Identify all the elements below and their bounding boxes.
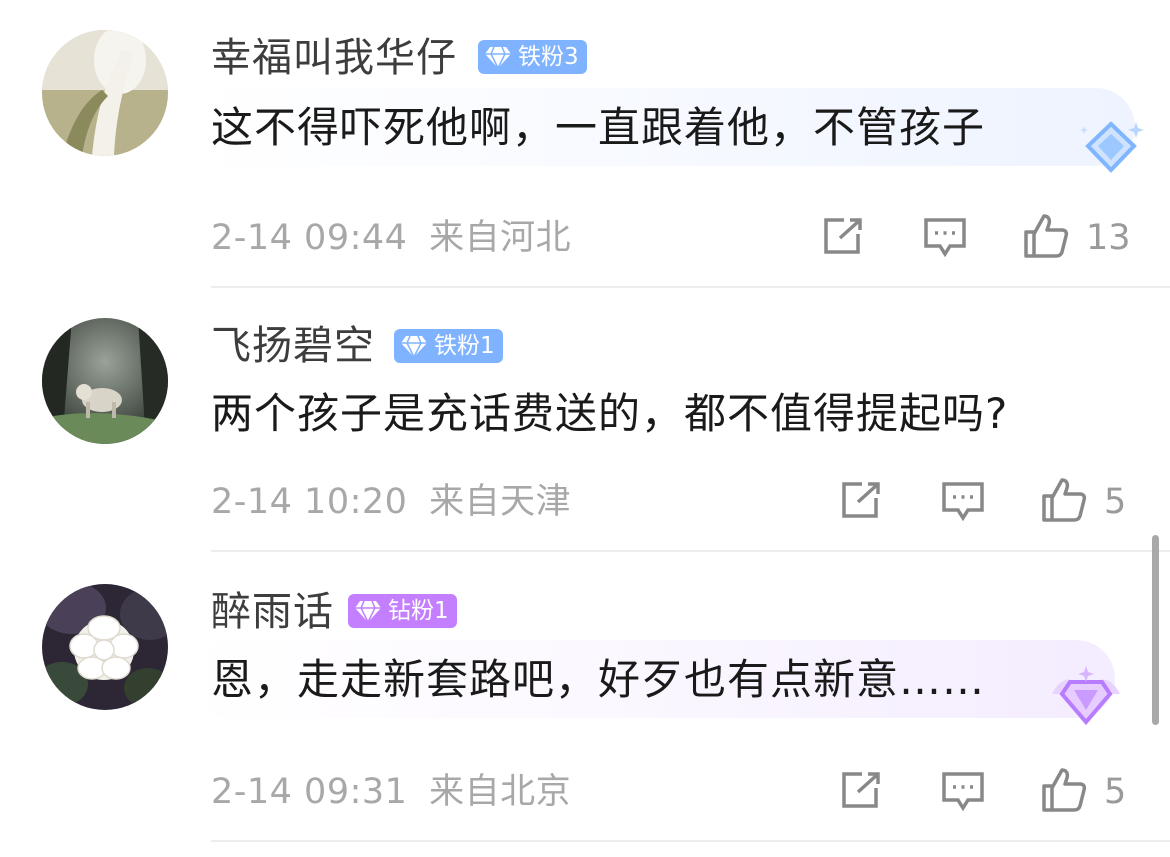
username[interactable]: 醉雨话 xyxy=(211,586,334,638)
share-icon[interactable] xyxy=(822,216,866,260)
badge-label: 钻粉1 xyxy=(388,598,449,624)
badge-label: 铁粉1 xyxy=(434,333,495,359)
divider xyxy=(211,840,1170,842)
reply-icon[interactable] xyxy=(940,480,986,528)
avatar[interactable] xyxy=(42,584,168,710)
comment-meta: 2-14 10:20 来自天津 xyxy=(211,480,571,524)
diamond-icon xyxy=(485,46,511,69)
like-icon[interactable] xyxy=(1040,766,1088,818)
comment-meta: 2-14 09:44 来自河北 xyxy=(211,216,571,260)
comment-text: 这不得吓死他啊，一直跟着他，不管孩子 xyxy=(211,103,986,152)
diamond-icon xyxy=(355,600,381,623)
like-count: 5 xyxy=(1104,772,1127,812)
comment-meta: 2-14 09:31 来自北京 xyxy=(211,770,571,814)
comment-text: 恩，走走新套路吧，好歹也有点新意…… xyxy=(211,655,986,704)
like-icon[interactable] xyxy=(1040,476,1088,528)
username[interactable]: 幸福叫我华仔 xyxy=(211,32,457,84)
like-icon[interactable] xyxy=(1022,212,1070,264)
fan-badge: 铁粉1 xyxy=(394,329,503,363)
share-icon[interactable] xyxy=(840,480,884,524)
badge-label: 铁粉3 xyxy=(518,44,579,70)
avatar[interactable] xyxy=(42,30,168,156)
divider xyxy=(211,286,1170,288)
divider xyxy=(211,550,1170,552)
comment-location: 来自北京 xyxy=(429,772,572,812)
comment-text: 两个孩子是充话费送的，都不值得提起吗? xyxy=(211,389,1009,438)
username[interactable]: 飞扬碧空 xyxy=(211,320,375,372)
blue-gem-icon xyxy=(1076,116,1146,184)
comment-time: 2-14 09:44 xyxy=(211,218,408,258)
comment-time: 2-14 10:20 xyxy=(211,482,408,522)
like-count: 5 xyxy=(1104,482,1127,522)
purple-gem-icon xyxy=(1048,664,1124,734)
comment-location: 来自河北 xyxy=(429,218,572,258)
share-icon[interactable] xyxy=(840,770,884,814)
comment-time: 2-14 09:31 xyxy=(211,772,408,812)
fan-badge: 钻粉1 xyxy=(348,594,457,628)
reply-icon[interactable] xyxy=(940,770,986,818)
diamond-icon xyxy=(401,335,427,358)
avatar[interactable] xyxy=(42,318,168,444)
like-count: 13 xyxy=(1086,218,1131,258)
fan-badge: 铁粉3 xyxy=(478,40,587,74)
comment-location: 来自天津 xyxy=(429,482,572,522)
reply-icon[interactable] xyxy=(922,216,968,264)
scrollbar[interactable] xyxy=(1152,535,1159,725)
